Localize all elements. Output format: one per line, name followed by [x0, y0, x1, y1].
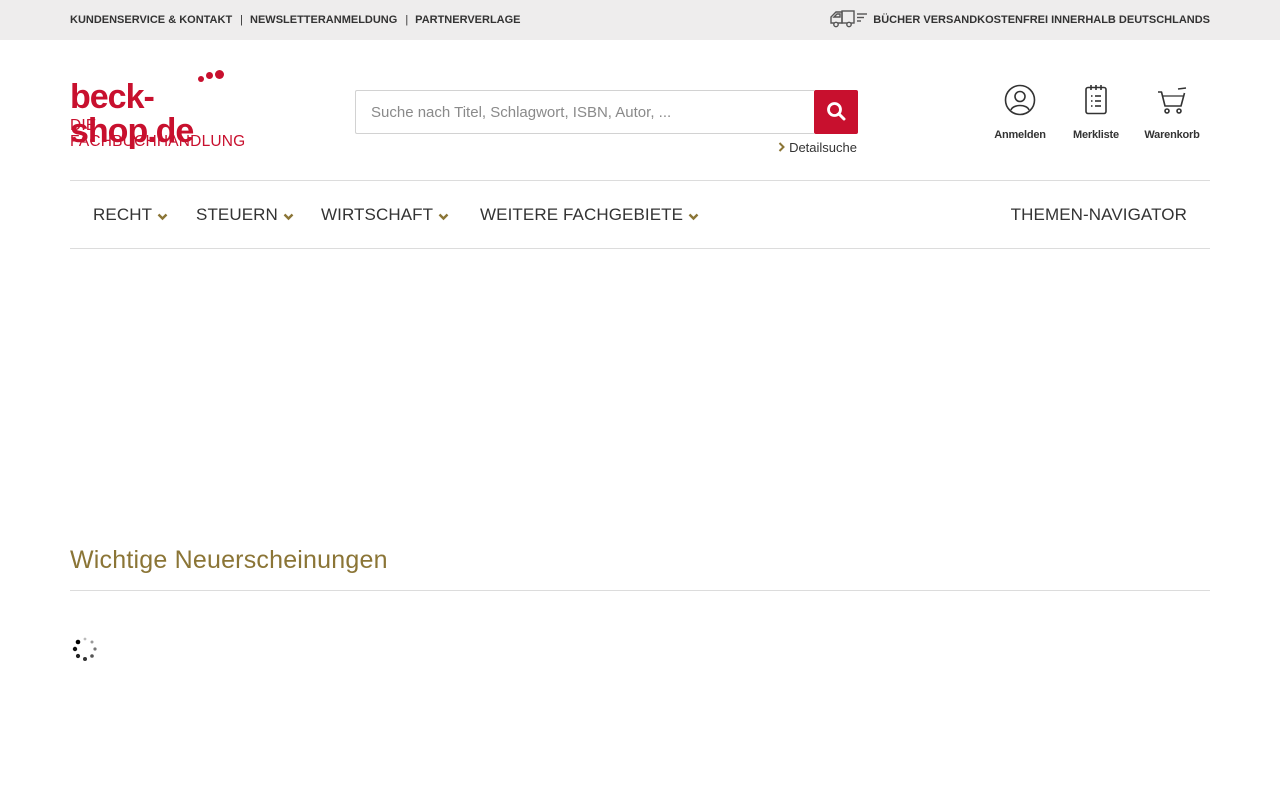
wishlist-button[interactable]: Merkliste [1058, 84, 1134, 141]
cart-icon [1156, 84, 1188, 121]
detail-search-link[interactable]: Detailsuche [778, 140, 857, 155]
nav-item-label: STEUERN [196, 204, 278, 224]
top-utility-bar: KUNDENSERVICE & KONTAKT | NEWSLETTERANME… [0, 0, 1280, 40]
notepad-icon [1082, 84, 1110, 121]
nav-item-steuern[interactable]: STEUERN [196, 181, 294, 248]
login-button[interactable]: Anmelden [982, 84, 1058, 141]
link-separator: | [240, 14, 244, 26]
main-navigation: RECHT STEUERN WIRTSCHAFT WEITERE FACHGEB… [70, 180, 1210, 249]
cart-label: Warenkorb [1144, 129, 1200, 141]
logo-tagline: DIE FACHBUCHHANDLUNG [70, 117, 246, 150]
nav-item-label: WIRTSCHAFT [321, 204, 434, 224]
chevron-down-icon [438, 206, 449, 226]
search-bar [355, 90, 858, 134]
detail-search-label: Detailsuche [789, 140, 857, 155]
nav-item-label: RECHT [93, 204, 153, 224]
account-actions: Anmelden Merkliste Warenkorb [982, 84, 1210, 141]
newsletter-link[interactable]: NEWSLETTERANMELDUNG [250, 14, 397, 26]
cart-button[interactable]: Warenkorb [1134, 84, 1210, 141]
search-input[interactable] [355, 90, 814, 134]
nav-item-wirtschaft[interactable]: WIRTSCHAFT [321, 181, 449, 248]
section-title: Wichtige Neuerscheinungen [70, 546, 388, 574]
search-icon [826, 101, 846, 124]
partner-publishers-link[interactable]: PARTNERVERLAGE [415, 14, 520, 26]
chevron-down-icon [283, 206, 294, 226]
shipping-text: BÜCHER VERSANDKOSTENFREI INNERHALB DEUTS… [873, 14, 1210, 26]
link-separator: | [405, 14, 409, 26]
free-shipping-notice: BÜCHER VERSANDKOSTENFREI INNERHALB DEUTS… [829, 0, 1210, 40]
nav-item-recht[interactable]: RECHT [93, 181, 168, 248]
chevron-right-icon [778, 141, 785, 155]
loading-spinner-icon [72, 636, 98, 662]
nav-item-label: WEITERE FACHGEBIETE [480, 204, 684, 224]
nav-item-weitere-fachgebiete[interactable]: WEITERE FACHGEBIETE [480, 181, 699, 248]
customer-service-link[interactable]: KUNDENSERVICE & KONTAKT [70, 14, 232, 26]
section-divider [70, 590, 1210, 591]
wishlist-label: Merkliste [1073, 129, 1119, 141]
chevron-down-icon [157, 206, 168, 226]
nav-item-label: THEMEN-NAVIGATOR [1010, 204, 1187, 224]
login-label: Anmelden [994, 129, 1046, 141]
chevron-down-icon [688, 206, 699, 226]
beck-shop-logo[interactable]: beck-shop.de DIE FACHBUCHHANDLUNG [70, 68, 270, 149]
search-button[interactable] [814, 90, 858, 134]
truck-icon [829, 9, 873, 32]
service-links: KUNDENSERVICE & KONTAKT | NEWSLETTERANME… [70, 0, 521, 40]
user-icon [1004, 84, 1036, 121]
nav-item-themen-navigator[interactable]: THEMEN-NAVIGATOR [1011, 181, 1187, 248]
